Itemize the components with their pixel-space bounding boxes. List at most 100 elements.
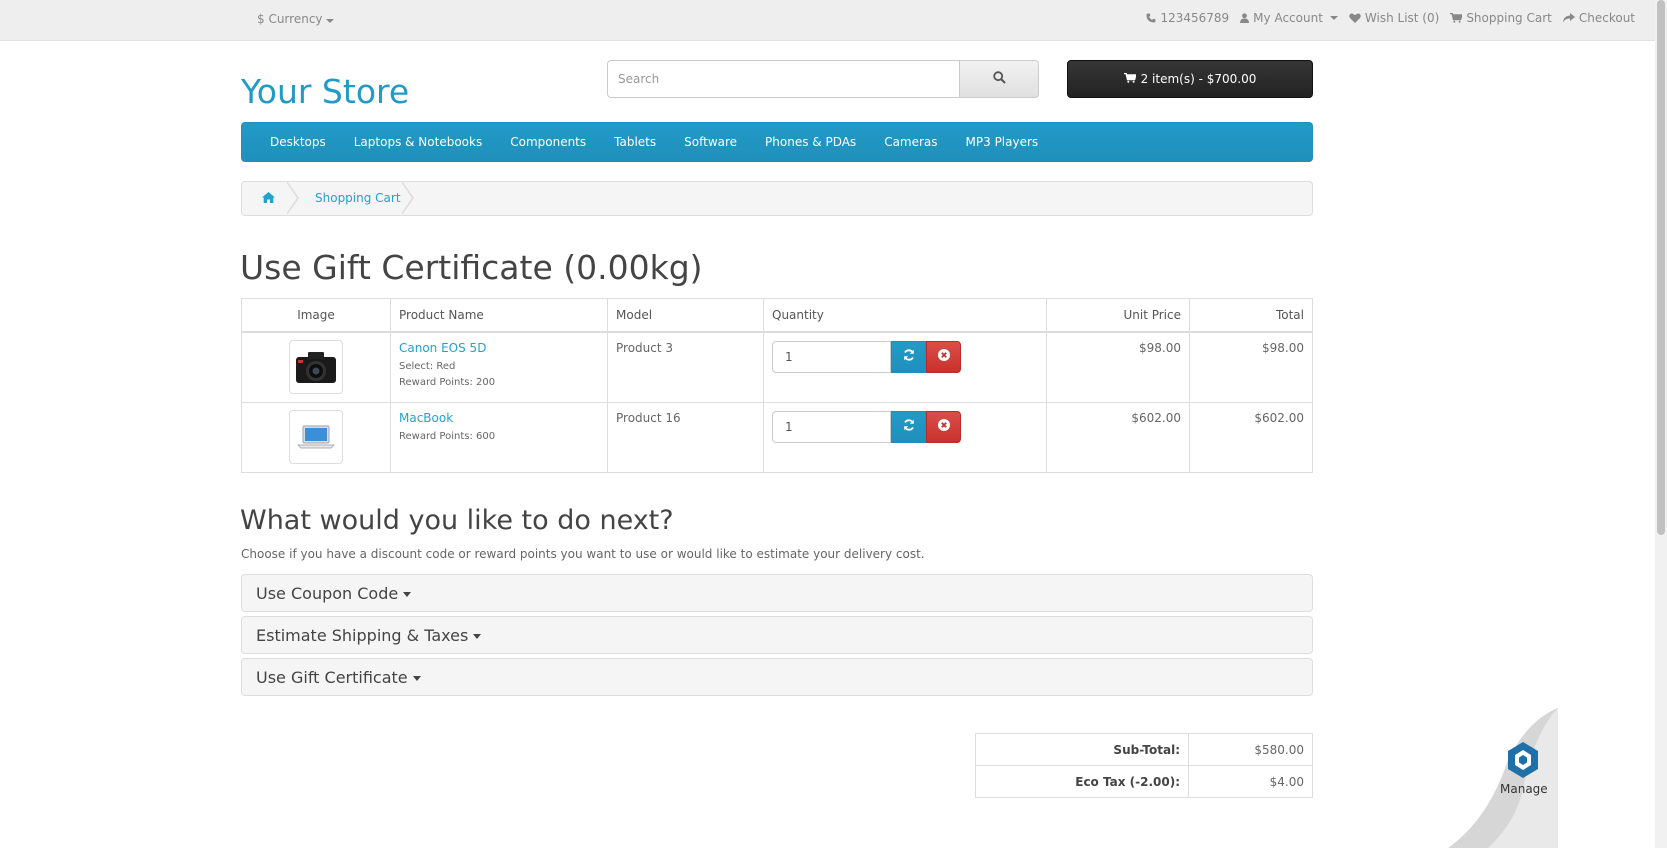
phone-link[interactable]: 123456789 xyxy=(1146,11,1229,25)
cart-icon xyxy=(1123,72,1137,86)
quantity-control xyxy=(772,340,1038,373)
user-icon xyxy=(1240,13,1250,23)
currency-label: $ Currency xyxy=(257,12,323,26)
gift-certificate-panel-label: Use Gift Certificate xyxy=(256,667,408,687)
product-option: Select: Red xyxy=(399,360,456,372)
coupon-panel-label: Use Coupon Code xyxy=(256,583,399,603)
product-name-cell: MacBook Reward Points: 600 xyxy=(390,401,608,473)
menu-item-components[interactable]: Components xyxy=(496,122,600,162)
search-icon xyxy=(992,71,1006,87)
totals-value: $4.00 xyxy=(1188,765,1313,798)
breadcrumb-separator xyxy=(401,181,414,215)
totals-label: Eco Tax (-2.00): xyxy=(975,765,1189,798)
update-button[interactable] xyxy=(891,340,926,373)
camera-icon xyxy=(296,351,336,383)
unit-price-cell: $98.00 xyxy=(1046,331,1190,403)
product-name-cell: Canon EOS 5D Select: Red Reward Points: … xyxy=(390,331,608,403)
quantity-cell xyxy=(763,331,1047,403)
quantity-cell xyxy=(763,401,1047,473)
top-bar: $ Currency 123456789 My Account Wish Lis… xyxy=(0,0,1655,41)
table-header-row: Image Product Name Model Quantity Unit P… xyxy=(241,298,1313,333)
total-cell: $602.00 xyxy=(1189,401,1313,473)
breadcrumb-shopping-cart[interactable]: Shopping Cart xyxy=(315,191,401,205)
coupon-panel-toggle[interactable]: Use Coupon Code xyxy=(241,574,1313,612)
product-image-cell xyxy=(241,331,391,403)
my-account-link[interactable]: My Account xyxy=(1240,11,1338,25)
next-heading: What would you like to do next? xyxy=(240,505,674,536)
quantity-input[interactable] xyxy=(772,340,891,373)
menu-item-phones[interactable]: Phones & PDAs xyxy=(751,122,870,162)
quantity-input[interactable] xyxy=(772,410,891,443)
manage-label: Manage xyxy=(1500,782,1548,796)
search-input[interactable] xyxy=(607,60,959,98)
top-links: 123456789 My Account Wish List (0) Shopp… xyxy=(1135,11,1635,25)
col-model: Model xyxy=(607,298,764,333)
reward-points: Reward Points: 600 xyxy=(399,430,496,442)
product-image-cell xyxy=(241,401,391,473)
remove-button[interactable] xyxy=(926,340,961,373)
shopping-cart-label: Shopping Cart xyxy=(1466,11,1552,25)
totals-row: Sub-Total: $580.00 xyxy=(975,733,1313,766)
home-icon[interactable] xyxy=(262,192,275,206)
gift-certificate-panel-toggle[interactable]: Use Gift Certificate xyxy=(241,658,1313,696)
laptop-icon xyxy=(296,425,336,448)
menu-item-laptops[interactable]: Laptops & Notebooks xyxy=(340,122,496,162)
cart-total-button[interactable]: 2 item(s) - $700.00 xyxy=(1067,60,1313,98)
search-bar xyxy=(607,60,1039,98)
currency-dropdown[interactable]: $ Currency xyxy=(257,12,334,26)
menu-item-tablets[interactable]: Tablets xyxy=(600,122,670,162)
unit-price-cell: $602.00 xyxy=(1046,401,1190,473)
total-cell: $98.00 xyxy=(1189,331,1313,403)
chevron-down-icon xyxy=(1329,16,1338,20)
manage-widget[interactable]: Manage xyxy=(1448,700,1558,848)
page-title: Use Gift Certificate (0.00kg) xyxy=(240,248,703,287)
update-button[interactable] xyxy=(891,410,926,443)
cart-table: Image Product Name Model Quantity Unit P… xyxy=(241,298,1313,473)
shopping-cart-link[interactable]: Shopping Cart xyxy=(1450,11,1552,25)
phone-number: 123456789 xyxy=(1160,11,1230,25)
chevron-down-icon xyxy=(412,675,421,681)
store-logo[interactable]: Your Store xyxy=(241,72,409,111)
table-row: Canon EOS 5D Select: Red Reward Points: … xyxy=(241,331,1313,403)
product-link[interactable]: MacBook xyxy=(399,411,599,425)
table-row: MacBook Reward Points: 600 Product 16 $6… xyxy=(241,401,1313,473)
wishlist-link[interactable]: Wish List (0) xyxy=(1349,11,1439,25)
cart-total-label: 2 item(s) - $700.00 xyxy=(1140,72,1257,86)
category-menu: Desktops Laptops & Notebooks Components … xyxy=(241,122,1313,162)
col-quantity: Quantity xyxy=(763,298,1047,333)
breadcrumb-separator xyxy=(286,181,299,215)
scrollbar-thumb[interactable] xyxy=(1657,0,1665,535)
reward-points: Reward Points: 200 xyxy=(399,376,496,388)
breadcrumb: Shopping Cart xyxy=(241,181,1313,216)
col-unit-price: Unit Price xyxy=(1046,298,1190,333)
product-thumbnail[interactable] xyxy=(289,409,343,464)
col-product-name: Product Name xyxy=(390,298,608,333)
col-total: Total xyxy=(1189,298,1313,333)
totals-table: Sub-Total: $580.00 Eco Tax (-2.00): $4.0… xyxy=(975,733,1313,798)
refresh-icon xyxy=(903,349,915,364)
product-link[interactable]: Canon EOS 5D xyxy=(399,341,599,355)
checkout-label: Checkout xyxy=(1578,11,1635,25)
model-cell: Product 16 xyxy=(607,401,764,473)
menu-item-desktops[interactable]: Desktops xyxy=(256,122,340,162)
shipping-panel-toggle[interactable]: Estimate Shipping & Taxes xyxy=(241,616,1313,654)
shipping-panel-label: Estimate Shipping & Taxes xyxy=(256,625,469,645)
phone-icon xyxy=(1146,13,1156,23)
heart-icon xyxy=(1349,13,1361,23)
chevron-down-icon xyxy=(325,19,334,23)
menu-item-cameras[interactable]: Cameras xyxy=(870,122,951,162)
checkout-link[interactable]: Checkout xyxy=(1562,11,1635,25)
quantity-control xyxy=(772,410,1038,443)
search-button[interactable] xyxy=(959,60,1039,98)
remove-circle-icon xyxy=(937,349,950,364)
page-scrollbar[interactable] xyxy=(1655,0,1667,848)
page-curl-icon xyxy=(1448,708,1558,848)
menu-item-mp3[interactable]: MP3 Players xyxy=(952,122,1053,162)
refresh-icon xyxy=(903,419,915,434)
model-cell: Product 3 xyxy=(607,331,764,403)
product-thumbnail[interactable] xyxy=(289,339,343,394)
chevron-down-icon xyxy=(473,633,482,639)
remove-button[interactable] xyxy=(926,410,961,443)
menu-item-software[interactable]: Software xyxy=(670,122,751,162)
share-icon xyxy=(1562,13,1575,23)
